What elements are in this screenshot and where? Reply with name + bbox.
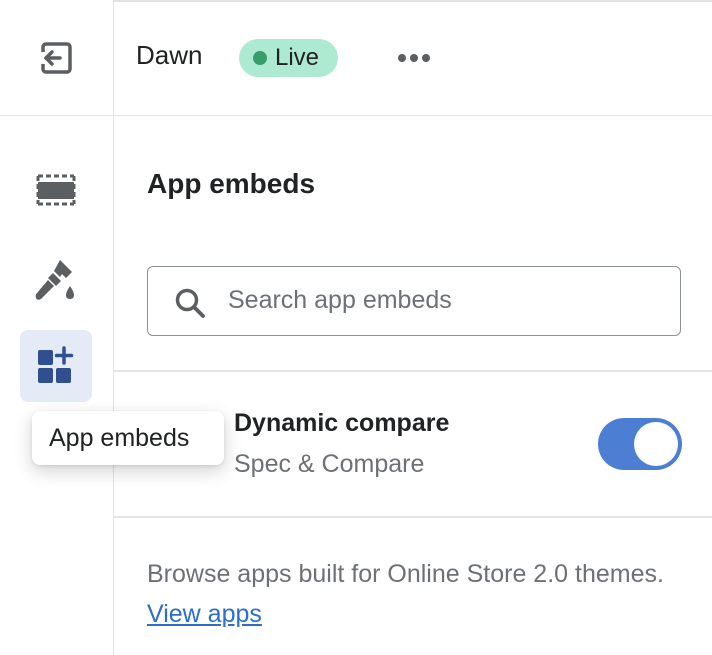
dot-icon [422, 54, 430, 62]
exit-button[interactable] [30, 33, 82, 83]
divider [114, 370, 712, 372]
dot-icon [398, 54, 406, 62]
app-embeds-nav-button[interactable] [20, 330, 92, 402]
embed-name: Dynamic compare [234, 409, 450, 437]
more-actions-button[interactable] [394, 42, 434, 74]
embed-app-name: Spec & Compare [234, 450, 425, 478]
sections-nav-button[interactable] [20, 157, 92, 223]
browse-apps-text: Browse apps built for Online Store 2.0 t… [147, 554, 687, 634]
dot-icon [410, 54, 418, 62]
view-apps-link[interactable]: View apps [147, 600, 262, 628]
theme-name: Dawn [136, 40, 203, 70]
theme-settings-icon [35, 260, 74, 300]
browse-apps-description: Browse apps built for Online Store 2.0 t… [147, 560, 664, 588]
sidebar-rail [0, 0, 114, 655]
search-icon [175, 288, 205, 318]
search-input[interactable] [228, 267, 658, 334]
embed-toggle[interactable] [598, 418, 682, 470]
search-field[interactable] [147, 266, 681, 336]
toggle-knob [634, 422, 678, 466]
app-embeds-tooltip: App embeds [32, 411, 224, 465]
theme-settings-nav-button[interactable] [20, 245, 92, 315]
exit-icon [41, 42, 72, 74]
panel-title: App embeds [147, 168, 316, 199]
divider [114, 516, 712, 518]
status-badge: Live [239, 39, 338, 77]
status-badge-label: Live [275, 44, 320, 71]
sections-icon [36, 174, 76, 206]
live-dot-icon [253, 51, 267, 65]
app-embeds-icon [38, 346, 74, 383]
editor-header: Dawn Live [114, 0, 712, 116]
